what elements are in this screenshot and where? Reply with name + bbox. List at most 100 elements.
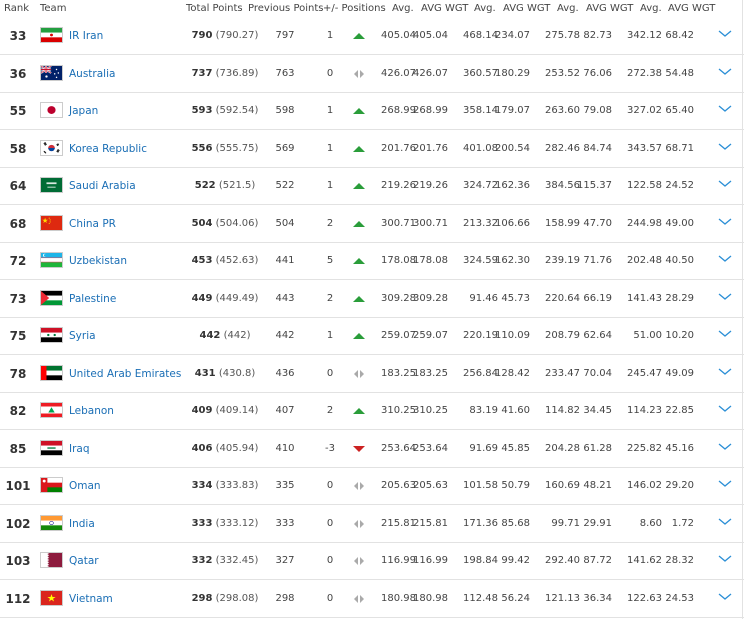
table-row[interactable]: 112 Vietnam 298 (298.08) 298 0 180.98 180.98 11… [0,581,744,618]
team-link[interactable]: Oman [69,480,101,492]
header-total-points[interactable]: Total Points [186,3,243,14]
team-link[interactable]: India [69,518,95,530]
header-avg-wgt-3[interactable]: AVG WGT [586,3,633,14]
team-link[interactable]: Vietnam [69,593,113,605]
table-row[interactable]: 36 Australia 737 (736.89) 763 0 426.07 426.07 3… [0,56,744,93]
chevron-down-icon[interactable] [717,214,733,228]
stat-cell: 268.99 [413,105,448,116]
team-link[interactable]: Japan [69,105,98,117]
chevron-down-icon[interactable] [717,26,733,40]
table-row[interactable]: 103 Qatar 332 (332.45) 327 0 116.99 116.99 198.… [0,543,744,580]
table-row[interactable]: 85 Iraq 406 (405.94) 410 -3 253.64 253.64 91.69… [0,431,744,468]
previous-points-cell: 569 [275,142,295,154]
total-points: 449 [191,292,213,304]
table-row[interactable]: 64 Saudi Arabia 522 (521.5) 522 1 219.26 219.2… [0,168,744,205]
team-link[interactable]: IR Iran [69,30,103,42]
table-row[interactable]: 68 China PR 504 (504.06) 504 2 300.71 300.71 21… [0,206,744,243]
header-rank[interactable]: Rank [4,3,29,14]
team-link[interactable]: Syria [69,330,96,342]
syria-flag-icon [40,327,63,343]
chevron-down-icon[interactable] [717,289,733,303]
header-team[interactable]: Team [40,3,66,14]
header-positions[interactable]: +/- Positions [323,3,386,14]
team-link[interactable]: United Arab Emirates [69,368,181,380]
total-points-cell: 332 (332.45) [180,555,270,566]
position-change-cell: 1 [326,105,334,116]
stat-cell: 45.85 [501,442,530,454]
stat-cell: 215.81 [413,517,448,529]
stat-cell: 61.28 [583,442,612,454]
chevron-down-icon[interactable] [717,101,733,115]
chevron-down-icon[interactable] [717,139,733,153]
chevron-down-icon[interactable] [717,401,733,415]
header-avg-wgt-4[interactable]: AVG WGT [668,3,715,14]
chevron-down-icon[interactable] [717,326,733,340]
stat-cell: 85.68 [501,517,530,529]
total-points-exact: (452.63) [215,255,259,266]
header-avg-4[interactable]: Avg. [640,3,662,14]
team-link[interactable]: Palestine [69,293,116,305]
header-previous-points[interactable]: Previous Points [248,3,323,14]
table-row[interactable]: 33 IR Iran 790 (790.27) 797 1 405.04 405.04 468… [0,18,744,55]
table-row[interactable]: 72 Uzbekistan 453 (452.63) 441 5 178.08 178.08… [0,243,744,280]
rank-cell: 78 [9,366,27,381]
table-row[interactable]: 78 United Arab Emirates 431 (430.8) 436 0 183… [0,356,744,393]
position-change-cell: 2 [326,217,334,229]
team-link[interactable]: Iraq [69,443,90,455]
header-avg-3[interactable]: Avg. [557,3,579,14]
stat-cell: 29.91 [583,517,612,529]
header-avg-2[interactable]: Avg. [474,3,496,14]
team-link[interactable]: Saudi Arabia [69,180,136,192]
stat-cell: 162.30 [495,255,530,266]
table-row[interactable]: 55 Japan 593 (592.54) 598 1 268.99 268.99 358.1… [0,93,744,130]
stat-cell: 28.32 [665,555,694,566]
table-row[interactable]: 101 Oman 334 (333.83) 335 0 205.63 205.63 101.5… [0,468,744,505]
stat-cell: 66.19 [583,292,612,304]
stat-cell: 253.64 [413,442,448,454]
total-points-cell: 334 (333.83) [180,480,270,491]
previous-points-cell: 436 [275,367,295,379]
chevron-down-icon[interactable] [717,476,733,490]
table-row[interactable]: 82 Lebanon 409 (409.14) 407 2 310.25 310.25 83.… [0,393,744,430]
stat-cell: 79.08 [583,105,612,116]
team-link[interactable]: Qatar [69,555,99,567]
team-link[interactable]: Lebanon [69,405,114,417]
chevron-down-icon[interactable] [717,251,733,265]
chevron-down-icon[interactable] [717,64,733,78]
total-points: 556 [191,142,213,154]
chevron-down-icon[interactable] [717,551,733,565]
chevron-down-icon[interactable] [717,514,733,528]
total-points: 431 [194,367,216,379]
chevron-down-icon[interactable] [717,589,733,603]
stat-cell: 106.66 [495,217,530,229]
header-avg-wgt-2[interactable]: AVG WGT [503,3,550,14]
total-points-cell: 556 (555.75) [180,143,270,154]
header-avg-wgt-1[interactable]: AVG WGT [421,3,468,14]
team-link[interactable]: Korea Republic [69,143,147,155]
table-row[interactable]: 73 Palestine 449 (449.49) 443 2 309.28 309.28 9… [0,281,744,318]
stat-cell: 68.42 [665,30,694,41]
total-points-exact: (555.75) [215,142,259,154]
position-change-cell: 5 [326,255,334,266]
header-avg-1[interactable]: Avg. [392,3,414,14]
table-row[interactable]: 102 India 333 (333.12) 333 0 215.81 215.81 171.… [0,506,744,543]
stat-cell: 87.72 [583,555,612,566]
saudi-flag-icon [40,177,63,193]
stat-cell: 28.29 [665,292,694,304]
stat-cell: 45.16 [665,442,694,454]
table-row[interactable]: 58 Korea Republic 556 (555.75) 569 1 201.76 20… [0,131,744,168]
stat-cell: 36.34 [583,592,612,604]
table-row[interactable]: 75 Syria 442 (442) 442 1 259.07 259.07 220.19 11… [0,318,744,355]
stat-cell: 405.04 [413,30,448,41]
team-link[interactable]: China PR [69,218,116,230]
rank-cell: 75 [9,329,27,343]
rank-cell: 68 [9,216,27,231]
previous-points-cell: 522 [275,180,295,191]
position-change-cell: 1 [326,142,334,154]
total-points-exact: (333.12) [215,517,259,529]
team-link[interactable]: Australia [69,68,115,80]
chevron-down-icon[interactable] [717,364,733,378]
chevron-down-icon[interactable] [717,176,733,190]
team-link[interactable]: Uzbekistan [69,255,127,267]
chevron-down-icon[interactable] [717,439,733,453]
